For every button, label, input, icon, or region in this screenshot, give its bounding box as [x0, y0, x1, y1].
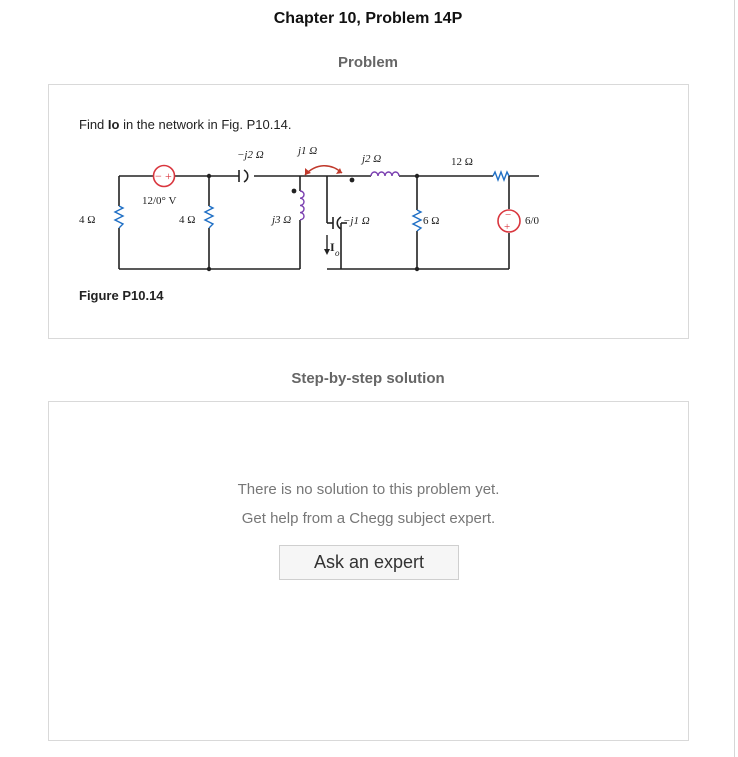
svg-text:+: + [504, 221, 510, 233]
label-r-middle: 4 Ω [179, 214, 195, 226]
solution-panel: There is no solution to this problem yet… [48, 401, 689, 741]
svg-text:+: + [165, 169, 172, 183]
no-solution-text: There is no solution to this problem yet… [237, 481, 500, 498]
problem-panel: Find Io in the network in Fig. P10.14. − [48, 84, 689, 339]
svg-text:−: − [155, 169, 162, 183]
label-r12: 12 Ω [451, 156, 473, 168]
label-source-6v: 6/0° V [525, 215, 539, 227]
inductor-j2 [370, 171, 400, 177]
figure-caption: Figure P10.14 [79, 288, 164, 303]
ask-expert-button[interactable]: Ask an expert [279, 545, 459, 580]
label-ind-j3: j3 Ω [270, 214, 291, 226]
source-2: − + [497, 209, 521, 233]
label-coupling-j1: j1 Ω [296, 145, 317, 157]
resistor-4-ohm-left [113, 205, 125, 229]
capacitor-minus-j1 [332, 216, 342, 230]
source-1: − + [152, 164, 176, 188]
circuit-diagram: − + − + −j2 Ω j1 Ω j2 Ω 12 Ω 12/0° V 4 Ω… [79, 145, 539, 272]
problem-statement: Find Io in the network in Fig. P10.14. [79, 117, 291, 132]
circuit-dots [206, 173, 420, 272]
inductor-j3 [299, 190, 305, 221]
label-cap-minus-j1: −j1 Ω [343, 215, 370, 227]
page-title: Chapter 10, Problem 14P [273, 10, 463, 27]
problem-variable: Io [107, 117, 120, 132]
problem-text-suffix: in the network in Fig. P10.14. [119, 117, 292, 132]
help-text: Get help from a Chegg subject expert. [241, 510, 496, 527]
problem-heading: Problem [337, 54, 398, 71]
label-cap-minus-j2: −j2 Ω [237, 149, 264, 161]
label-r-left: 4 Ω [79, 214, 95, 226]
resistor-4-ohm-middle [203, 205, 215, 229]
coupling-arrow [304, 165, 343, 176]
solution-heading: Step-by-step solution [291, 370, 445, 387]
label-io-subscript: o [335, 248, 340, 258]
problem-text-prefix: Find [79, 117, 108, 132]
capacitor-minus-j2 [238, 169, 249, 183]
resistor-12-ohm [492, 170, 510, 182]
label-ind-j2: j2 Ω [360, 153, 381, 165]
svg-text:−: − [505, 209, 511, 221]
label-source-12v: 12/0° V [142, 195, 177, 207]
label-r6: 6 Ω [423, 215, 439, 227]
resistor-6-ohm [411, 209, 423, 232]
